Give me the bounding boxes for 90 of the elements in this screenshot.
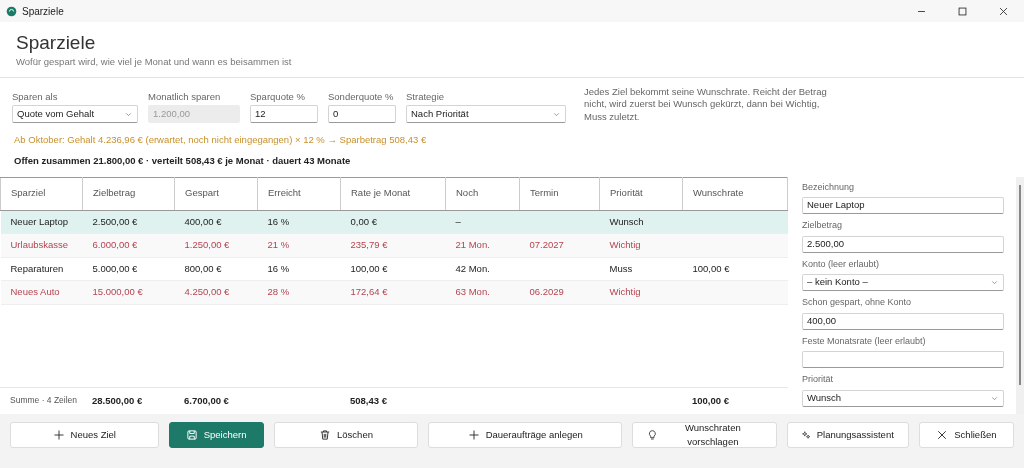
total-cell-text: 28.500,00 € (91, 393, 144, 408)
table-cell: 100,00 € (692, 262, 730, 274)
table-cell: 0,00 € (350, 215, 377, 227)
field-label: Sonderquote % (328, 89, 395, 104)
table-cell: Wichtig (609, 286, 641, 298)
forecast-note: Ab Oktober: Gehalt 4.236,96 € (erwartet, noch nicht eingegangen) × 12 % → Sparbetrag 508,43 € (13, 133, 428, 148)
column-header[interactable]: Wunschrate (682, 177, 788, 211)
action-button[interactable]: Speichern (168, 422, 264, 448)
table-row-cell[interactable]: Neues Auto (0, 280, 83, 305)
table-cell: 400,00 € (184, 215, 222, 227)
table-cell: 235,79 € (350, 239, 388, 251)
field-label: Bezeichnung (802, 180, 856, 194)
table-cell: 1.250,00 € (184, 239, 230, 251)
table-cell: 21 Mon. (455, 239, 490, 251)
table-cell: Wichtig (609, 239, 641, 251)
input-field[interactable] (802, 351, 1004, 369)
field-label: Schon gespart, ohne Konto (802, 296, 913, 310)
table-cell: 2.500,00 € (92, 215, 138, 227)
table-cell: 07.2027 (529, 239, 564, 251)
column-header[interactable]: Termin (519, 177, 600, 211)
table-cell: 15.000,00 € (92, 286, 143, 298)
field-label: Strategie (406, 89, 446, 104)
page-subtitle: Wofür gespart wird, wie viel je Monat und wann es beisammen ist (16, 54, 293, 69)
page-title: Sparziele (16, 32, 97, 55)
table-cell: 172,64 € (350, 286, 388, 298)
table-cell: 5.000,00 € (92, 262, 138, 274)
table-cell: 63 Mon. (455, 286, 490, 298)
field-label: Sparen als (12, 89, 59, 104)
sparkle-icon (801, 429, 811, 441)
action-button[interactable]: Löschen (273, 422, 419, 448)
table-cell: 100,00 € (350, 262, 388, 274)
action-button[interactable]: Daueraufträge anlegen (428, 422, 623, 448)
input-field[interactable]: Neuer Laptop (802, 197, 1004, 215)
plus-icon (467, 429, 480, 441)
strategy-note: Jedes Ziel bekommt seine Wunschrate. Reicht der Betrag nicht, wird zuerst bei Wunsch gekürzt, dann bei Wichtig, Muss zuletzt. (584, 86, 828, 124)
table-cell: Wunsch (609, 215, 644, 227)
plus-icon (52, 429, 65, 441)
table-cell: 16 % (267, 215, 290, 227)
table-cell: 21 % (267, 239, 290, 251)
table-cell: Muss (609, 262, 633, 274)
lightbulb-icon (647, 429, 658, 441)
table-cell: 42 Mon. (455, 262, 490, 274)
column-header[interactable]: Priorität (599, 177, 683, 211)
table-cell: 28 % (267, 286, 290, 298)
maximize-icon[interactable] (957, 5, 968, 17)
table-cell: 4.250,00 € (184, 286, 230, 298)
input-field[interactable]: 12 (250, 105, 318, 124)
total-cell-text: Summe · 4 Zeilen (9, 393, 79, 407)
close-icon[interactable] (998, 5, 1009, 17)
action-button[interactable]: Neues Ziel (10, 422, 159, 448)
window-title: Sparziele (22, 4, 64, 19)
input-field[interactable]: 0 (328, 105, 396, 124)
field-label: Priorität (802, 373, 834, 387)
scrollbar[interactable] (1016, 176, 1024, 414)
column-header[interactable]: Erreicht (257, 177, 341, 211)
total-cell-text: 100,00 € (691, 393, 730, 408)
column-header[interactable]: Sparziel (0, 177, 83, 211)
table-row-cell[interactable]: Neuer Laptop (0, 210, 83, 234)
field-label: Sparquote % (250, 89, 306, 104)
action-button[interactable]: Schließen (918, 422, 1014, 448)
select-field[interactable]: – kein Konto – (802, 274, 1004, 292)
action-button[interactable]: Wunschraten vorschlagen (632, 422, 777, 448)
field-label: Konto (leer erlaubt) (802, 257, 881, 271)
table-cell: 16 % (267, 262, 290, 274)
select-field[interactable]: Wunsch (802, 389, 1004, 407)
input-field: 1.200,00 (148, 105, 240, 124)
table-cell: 06.2029 (529, 286, 564, 298)
table-row-cell[interactable]: Reparaturen (0, 257, 83, 281)
table-row-cell[interactable]: Urlaubskasse (0, 233, 83, 258)
field-label: Monatlich sparen (148, 89, 222, 104)
action-button[interactable]: Planungsassistent (786, 422, 909, 448)
input-field[interactable]: 400,00 (802, 312, 1004, 330)
trash-icon (319, 429, 332, 441)
table-cell: 6.000,00 € (92, 239, 138, 251)
field-label: Zielbetrag (802, 219, 844, 233)
column-header[interactable]: Rate je Monat (340, 177, 446, 211)
table-cell: 800,00 € (184, 262, 222, 274)
select-field[interactable]: Nach Priorität (406, 105, 566, 124)
total-cell-text: 508,43 € (349, 393, 388, 408)
column-header[interactable]: Zielbetrag (82, 177, 175, 211)
table-cell: – (455, 215, 461, 227)
total-cell-text: 6.700,00 € (183, 393, 230, 408)
select-field[interactable]: Quote vom Gehalt (12, 105, 138, 124)
column-header[interactable]: Noch (445, 177, 520, 211)
input-field[interactable]: 2.500,00 (802, 235, 1004, 253)
close-icon (936, 429, 949, 441)
summary-text: Offen zusammen 21.800,00 € · verteilt 508,43 € je Monat · dauert 43 Monate (13, 154, 352, 169)
column-header[interactable]: Gespart (174, 177, 258, 211)
field-label: Feste Monatsrate (leer erlaubt) (802, 334, 927, 348)
app-logo-icon (6, 5, 17, 17)
